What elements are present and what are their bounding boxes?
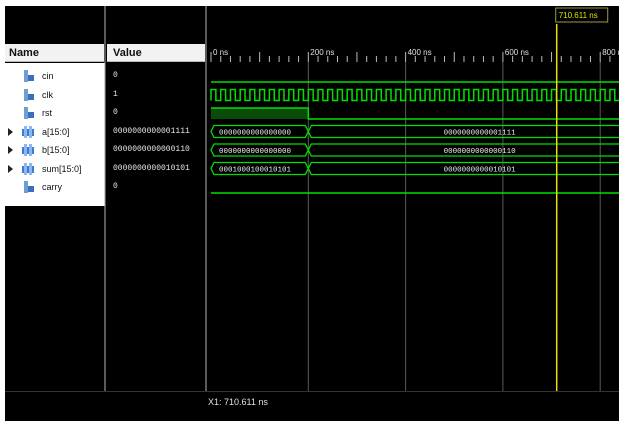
bus-signal-icon bbox=[22, 144, 34, 156]
signal-value-cell: 0000000000010101 bbox=[113, 163, 190, 173]
waveform-area[interactable]: 0 ns 200 ns 400 ns 600 ns 800 ns 000000000000… bbox=[208, 6, 619, 421]
signal-name-label: carry bbox=[42, 182, 62, 192]
rst-high-region bbox=[211, 108, 309, 119]
wire-signal-icon bbox=[24, 70, 34, 82]
expand-arrow-icon[interactable] bbox=[8, 127, 13, 136]
waveform-viewer-window: 0 ns200 ns400 ns600 ns800 ns000000000000… bbox=[5, 6, 619, 421]
signal-name-label: rst bbox=[42, 108, 52, 118]
signal-value-cell: 0 bbox=[113, 71, 118, 80]
b-bus-value-label: 0000000000000110 bbox=[444, 148, 517, 156]
ruler-tick-label: 0 ns bbox=[213, 48, 228, 57]
signal-row-rst[interactable]: rst bbox=[5, 104, 104, 122]
wire-signal-icon bbox=[24, 88, 34, 101]
bus-signal-icon bbox=[22, 125, 34, 138]
signal-row-b[interactable]: b[15:0] bbox=[5, 141, 104, 159]
status-bar bbox=[5, 391, 619, 421]
signal-name-label: cin bbox=[42, 71, 54, 81]
signal-row-a[interactable]: a[15:0] bbox=[5, 123, 104, 141]
sum-bus-value-label: 0000000000010101 bbox=[444, 167, 517, 175]
signal-value-cell: 0 bbox=[113, 108, 118, 117]
cursor-time-readout: X1: 710.611 ns bbox=[208, 397, 268, 407]
signal-name-list: cin clk rst a[15:0] b[15:0] sum[15:0] carry bbox=[5, 63, 105, 206]
b-bus-value-label: 0000000000000000 bbox=[219, 148, 292, 156]
expand-arrow-icon[interactable] bbox=[8, 164, 13, 173]
signal-name-label: sum[15:0] bbox=[42, 163, 82, 174]
signal-row-cin[interactable]: cin bbox=[5, 67, 104, 85]
signal-value-cell: 0000000000000110 bbox=[113, 145, 190, 154]
expand-arrow-icon[interactable] bbox=[8, 146, 13, 154]
signal-value-list: 0 1 0 0000000000001111 0000000000000110 00000… bbox=[107, 63, 205, 206]
name-column-header[interactable]: Name bbox=[5, 44, 104, 62]
ruler-tick-label: 800 ns bbox=[602, 48, 619, 57]
ruler-tick-label: 400 ns bbox=[408, 48, 432, 57]
signal-name-label: clk bbox=[42, 89, 53, 100]
signal-value-cell: 1 bbox=[113, 89, 118, 99]
a-bus-value-label: 0000000000001111 bbox=[444, 130, 517, 138]
value-wave-divider[interactable] bbox=[205, 6, 207, 421]
signal-name-label: a[15:0] bbox=[42, 126, 70, 137]
signal-value-cell: 0 bbox=[113, 182, 118, 191]
ruler-tick-label: 600 ns bbox=[505, 48, 529, 57]
wire-signal-icon bbox=[24, 107, 34, 119]
signal-value-cell: 0000000000001111 bbox=[113, 126, 190, 136]
signal-row-sum[interactable]: sum[15:0] bbox=[5, 160, 104, 178]
clk-waveform bbox=[210, 88, 619, 102]
signal-row-carry[interactable]: carry bbox=[5, 178, 104, 196]
cursor-time-label: 710.611 ns bbox=[559, 11, 598, 20]
ruler-tick-label: 200 ns bbox=[310, 48, 334, 57]
bus-signal-icon bbox=[22, 162, 34, 175]
wire-signal-icon bbox=[24, 181, 34, 193]
signal-row-clk[interactable]: clk bbox=[5, 86, 104, 104]
sum-bus-value-label: 0001000100010101 bbox=[219, 167, 292, 175]
signal-name-label: b[15:0] bbox=[42, 145, 70, 155]
value-column-header[interactable]: Value bbox=[107, 44, 205, 62]
a-bus-value-label: 0000000000000000 bbox=[219, 130, 292, 138]
waveform-canvas[interactable]: 0 ns 200 ns 400 ns 600 ns 800 ns 000000000000… bbox=[208, 6, 619, 391]
